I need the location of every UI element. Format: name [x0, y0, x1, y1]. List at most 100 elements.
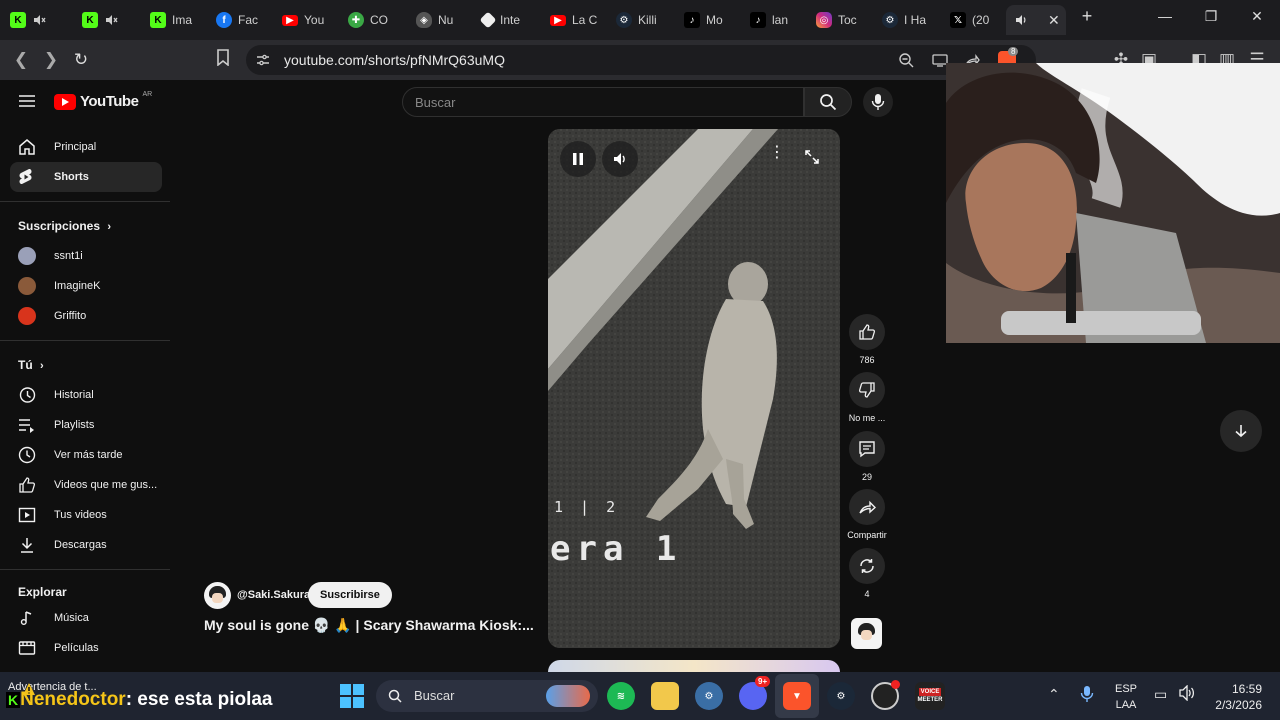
reload-button[interactable]: ↻ — [70, 50, 92, 70]
microphone-tray-icon[interactable] — [1080, 685, 1094, 708]
tray-overflow-icon[interactable]: ⌃ — [1048, 686, 1060, 703]
browser-tab[interactable]: ◈ Nu — [408, 5, 468, 35]
volume-button[interactable] — [602, 141, 638, 177]
comments-button[interactable] — [849, 431, 885, 467]
spotify-icon[interactable]: ≋ — [607, 682, 635, 710]
more-options-icon[interactable]: ⋮ — [769, 145, 785, 161]
subscription-item[interactable]: ssnt1i — [10, 241, 162, 271]
clock[interactable]: 16:59 2/3/2026 — [1206, 681, 1262, 713]
file-explorer-icon[interactable] — [651, 682, 679, 710]
sidebar-item-your-videos[interactable]: Tus videos — [10, 500, 162, 530]
subscription-item[interactable]: ImagineK — [10, 271, 162, 301]
browser-tab[interactable]: K Ima — [142, 5, 202, 35]
brave-browser-icon[interactable]: ▼ — [783, 682, 811, 710]
browser-tab[interactable]: ⚙ I Ha — [874, 5, 936, 35]
speaker-icon[interactable] — [1014, 13, 1028, 27]
voice-search-button[interactable] — [863, 87, 893, 117]
muted-speaker-icon[interactable] — [104, 13, 118, 27]
browser-tab[interactable]: 𝕏 (20 — [942, 5, 1002, 35]
pause-button[interactable] — [560, 141, 596, 177]
discord-icon[interactable]: 9+ — [739, 676, 771, 710]
chevron-right-icon: › — [107, 221, 112, 233]
new-tab-button[interactable]: + — [1072, 6, 1102, 27]
forward-button[interactable]: ❯ — [40, 50, 62, 70]
sidebar-item-label: Griffito — [54, 310, 87, 322]
muted-speaker-icon[interactable] — [32, 13, 46, 27]
browser-tab[interactable]: K — [2, 5, 64, 35]
url-text: youtube.com/shorts/pfNMrQ63uMQ — [284, 52, 505, 68]
obs-icon[interactable] — [871, 680, 900, 710]
browser-tab[interactable]: Inte — [474, 5, 536, 35]
sidebar-item-label: Ver más tarde — [54, 449, 123, 461]
search-button[interactable] — [804, 87, 852, 117]
video-icon — [10, 506, 54, 524]
zoom-icon[interactable] — [898, 52, 914, 68]
site-settings-icon[interactable] — [256, 53, 270, 67]
sidebar-item-playlists[interactable]: Playlists — [10, 410, 162, 440]
sidebar-item-watch-later[interactable]: Ver más tarde — [10, 440, 162, 470]
sidebar-item-label: Tus videos — [54, 509, 107, 521]
subscription-item[interactable]: Griffito — [10, 301, 162, 331]
close-window-button[interactable]: ✕ — [1242, 8, 1272, 25]
like-button[interactable] — [849, 314, 885, 350]
sidebar-item-shorts[interactable]: Shorts — [10, 162, 162, 192]
back-button[interactable]: ❮ — [10, 50, 32, 70]
remix-button[interactable] — [849, 548, 885, 584]
browser-tab[interactable]: ✚ CO — [340, 5, 402, 35]
language-indicator[interactable]: ESP LAA — [1112, 681, 1140, 713]
shorts-video-player[interactable]: 1 | 2 era 1 ⋮ — [548, 129, 840, 648]
sidebar-item-downloads[interactable]: Descargas — [10, 530, 162, 560]
sidebar-item-movies[interactable]: Películas — [10, 633, 162, 663]
address-bar[interactable]: youtube.com/shorts/pfNMrQ63uMQ 8 — [246, 45, 1036, 75]
sidebar-item-label: Principal — [54, 141, 97, 153]
browser-tab-active[interactable]: ✕ — [1006, 5, 1066, 35]
subscribe-button[interactable]: Suscribirse — [308, 582, 392, 608]
webcam-overlay — [946, 63, 1280, 343]
chat-username: Nenedoctor — [20, 689, 126, 710]
browser-tab[interactable]: ♪ Mo — [676, 5, 736, 35]
sidebar-item-label: ImagineK — [54, 280, 101, 292]
subscriptions-heading[interactable]: Suscripciones › — [18, 219, 111, 233]
volume-tray-icon[interactable] — [1178, 684, 1196, 706]
sidebar-item-home[interactable]: Principal — [10, 132, 162, 162]
tab-label: (20 — [972, 13, 990, 27]
windows-start-icon[interactable] — [340, 684, 364, 708]
bookmark-icon[interactable] — [212, 49, 234, 71]
network-icon[interactable]: ▭ — [1154, 686, 1167, 703]
sidebar-item-liked[interactable]: Videos que me gus... — [10, 470, 162, 500]
country-code: AR — [142, 91, 153, 98]
share-button[interactable] — [849, 489, 885, 525]
clock-time: 16:59 — [1231, 682, 1262, 696]
dislike-button[interactable] — [849, 372, 885, 408]
expand-icon — [805, 150, 819, 164]
browser-tab[interactable]: ▶ You — [274, 5, 334, 35]
youtube-logo[interactable]: YouTube AR — [54, 91, 153, 110]
fullscreen-button[interactable] — [804, 149, 820, 170]
browser-tab[interactable]: ⚙ Killi — [608, 5, 670, 35]
next-short-button[interactable] — [1220, 410, 1262, 452]
sidebar-item-music[interactable]: Música — [10, 603, 162, 633]
channel-avatar — [18, 247, 36, 265]
steam-icon[interactable]: ⚙ — [827, 682, 855, 710]
settings-icon[interactable]: ⚙ — [695, 682, 723, 710]
channel-avatar[interactable] — [204, 582, 231, 609]
browser-tab[interactable]: ♪ lan — [742, 5, 802, 35]
browser-tab[interactable]: K — [74, 5, 132, 35]
webcam-feed — [946, 63, 1280, 343]
browser-tab[interactable]: ▶ La C — [542, 5, 602, 35]
sidebar-item-history[interactable]: Historial — [10, 380, 162, 410]
hamburger-menu-icon[interactable] — [18, 93, 36, 114]
taskbar-search[interactable]: Buscar — [376, 680, 598, 712]
channel-name[interactable]: @Saki.Sakura — [237, 589, 310, 601]
audio-thumbnail[interactable] — [851, 618, 882, 649]
browser-tab[interactable]: f Fac — [208, 5, 268, 35]
search-input[interactable] — [403, 88, 783, 116]
browser-tab[interactable]: ◎ Toc — [808, 5, 868, 35]
minimize-button[interactable]: — — [1150, 8, 1180, 24]
maximize-button[interactable]: ❐ — [1196, 8, 1226, 25]
short-title[interactable]: My soul is gone 💀 🙏 | Scary Shawarma Kio… — [204, 617, 534, 634]
voicemeeter-icon[interactable]: VOICE MEETER — [915, 682, 945, 710]
next-short-preview[interactable] — [548, 660, 840, 672]
you-heading[interactable]: Tú › — [18, 358, 44, 372]
close-tab-icon[interactable]: ✕ — [1048, 12, 1060, 29]
